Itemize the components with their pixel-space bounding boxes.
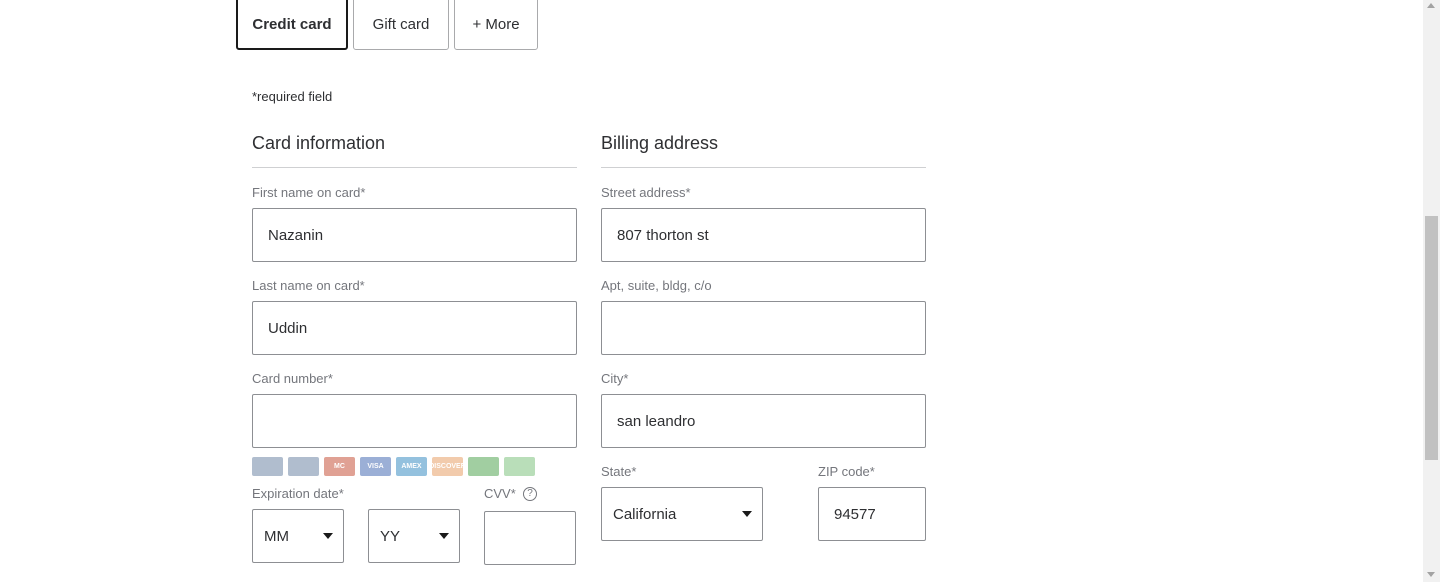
card-number-field[interactable] <box>252 394 577 448</box>
city-label: City* <box>601 371 629 386</box>
billing-address-divider <box>601 167 926 168</box>
last-name-label: Last name on card* <box>252 278 365 293</box>
scroll-down-icon[interactable] <box>1427 572 1435 577</box>
expiration-month-value: MM <box>264 527 289 545</box>
cvv-field[interactable] <box>484 511 576 565</box>
last-name-field[interactable]: Uddin <box>252 301 577 355</box>
visa-icon: VISA <box>360 457 391 476</box>
street-address-field[interactable]: 807 thorton st <box>601 208 926 262</box>
street-address-label: Street address* <box>601 185 691 200</box>
cvv-label: CVV* <box>484 486 516 501</box>
card-information-title: Card information <box>252 133 386 153</box>
store-card-icon <box>504 457 535 476</box>
expiration-year-value: YY <box>380 527 401 545</box>
billing-address-title: Billing address <box>601 133 719 153</box>
generic-card-icon <box>252 457 283 476</box>
scroll-up-icon[interactable] <box>1427 3 1435 8</box>
tab-credit-card[interactable]: Credit card <box>236 0 348 50</box>
mastercard-icon: MC <box>324 457 355 476</box>
scrollbar-thumb[interactable] <box>1425 216 1438 460</box>
discover-icon: DISCOVER <box>429 457 466 476</box>
state-label: State* <box>601 464 637 479</box>
tab-gift-card[interactable]: Gift card <box>353 0 449 50</box>
expiration-date-label: Expiration date* <box>252 486 344 501</box>
card-information-divider <box>252 167 577 168</box>
accepted-cards: MC VISA AMEX DISCOVER <box>252 457 535 476</box>
chevron-down-icon <box>742 511 752 517</box>
tab-more[interactable]: + More <box>454 0 538 50</box>
expiration-month-select[interactable]: MM <box>252 509 344 563</box>
apt-suite-label: Apt, suite, bldg, c/o <box>601 278 712 293</box>
chevron-down-icon <box>323 533 333 539</box>
state-value: California <box>613 505 677 523</box>
store-card-icon <box>468 457 499 476</box>
first-name-label: First name on card* <box>252 185 366 200</box>
question-circle-icon[interactable]: ? <box>523 487 537 501</box>
apt-suite-field[interactable] <box>601 301 926 355</box>
chevron-down-icon <box>439 533 449 539</box>
expiration-year-select[interactable]: YY <box>368 509 460 563</box>
amex-icon: AMEX <box>396 457 427 476</box>
zip-code-label: ZIP code* <box>818 464 875 479</box>
city-field[interactable]: san leandro <box>601 394 926 448</box>
card-number-label: Card number* <box>252 371 333 386</box>
first-name-field[interactable]: Nazanin <box>252 208 577 262</box>
state-select[interactable]: California <box>601 487 763 541</box>
required-field-note: *required field <box>252 89 333 104</box>
generic-card-icon <box>288 457 319 476</box>
zip-code-field[interactable]: 94577 <box>818 487 926 541</box>
